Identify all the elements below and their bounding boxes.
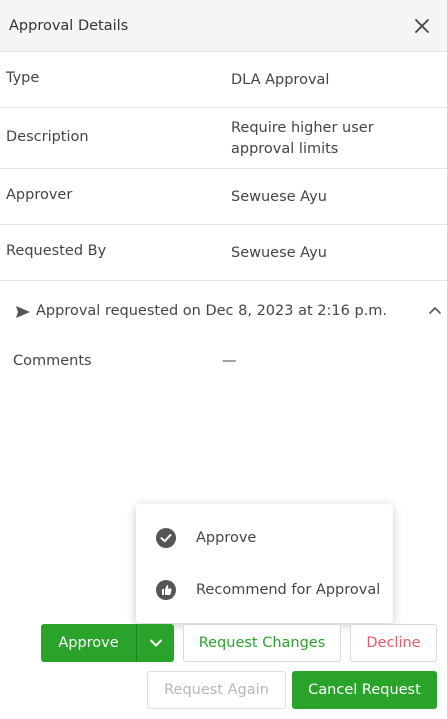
detail-value: DLA Approval — [231, 72, 330, 88]
request-changes-button[interactable]: Request Changes — [183, 624, 341, 662]
comments-label: Comments — [13, 353, 92, 369]
detail-value: Sewuese Ayu — [231, 245, 327, 261]
menu-item-label: Approve — [196, 530, 257, 546]
cancel-request-button[interactable]: Cancel Request — [292, 671, 437, 709]
decline-button[interactable]: Decline — [350, 624, 437, 662]
chevron-down-icon — [149, 639, 162, 647]
detail-row-approver: Approver Sewuese Ayu — [0, 170, 447, 225]
close-icon — [415, 18, 429, 33]
approve-dropdown-menu: Approve Recommend for Approval — [136, 504, 393, 623]
approve-button[interactable]: Approve — [41, 624, 136, 662]
menu-item-recommend-for-approval[interactable]: Recommend for Approval — [136, 567, 393, 613]
request-again-button[interactable]: Request Again — [147, 671, 286, 709]
approve-dropdown-toggle[interactable] — [136, 624, 174, 662]
chevron-up-icon[interactable] — [428, 305, 442, 315]
panel-header: Approval Details — [0, 0, 447, 52]
detail-row-description: Description Require higher user approval… — [0, 109, 447, 169]
approval-activity-header[interactable]: Approval requested on Dec 8, 2023 at 2:1… — [0, 296, 447, 330]
detail-row-requested-by: Requested By Sewuese Ayu — [0, 226, 447, 281]
comments-value: — — [222, 353, 237, 369]
check-circle-icon — [156, 528, 176, 548]
detail-label: Description — [6, 129, 89, 145]
close-button[interactable] — [411, 15, 433, 37]
detail-label: Type — [6, 70, 40, 86]
send-icon — [16, 306, 30, 318]
detail-row-type: Type DLA Approval — [0, 53, 447, 108]
approval-requested-text: Approval requested on Dec 8, 2023 at 2:1… — [36, 303, 387, 319]
detail-value: Require higher user approval limits — [231, 120, 374, 157]
detail-value: Sewuese Ayu — [231, 189, 327, 205]
detail-label: Requested By — [6, 243, 107, 259]
menu-item-label: Recommend for Approval — [196, 582, 381, 598]
panel-title: Approval Details — [9, 17, 129, 34]
menu-item-approve[interactable]: Approve — [136, 515, 393, 561]
detail-label: Approver — [6, 187, 73, 203]
thumbs-up-icon — [156, 580, 176, 600]
